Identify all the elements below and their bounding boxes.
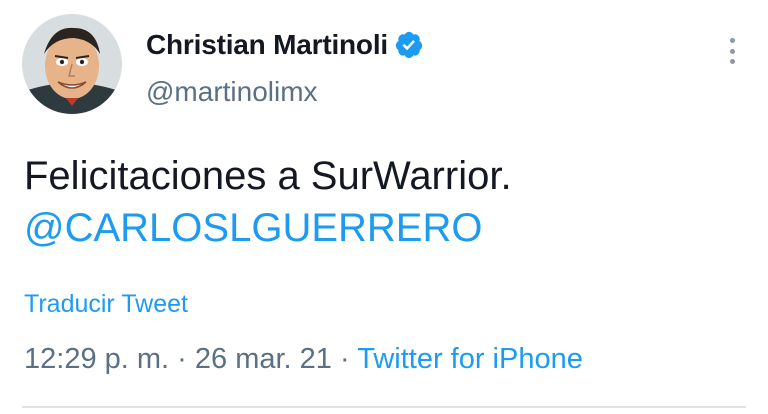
- more-vertical-icon[interactable]: [728, 38, 736, 64]
- tweet-time[interactable]: 12:29 p. m.: [24, 343, 169, 375]
- dot: [729, 59, 735, 64]
- dot: [729, 48, 735, 54]
- tweet-meta: 12:29 p. m. · 26 mar. 21 · Twitter for i…: [24, 343, 583, 376]
- verified-badge-icon: [395, 31, 423, 59]
- caricature-avatar-icon: [22, 14, 122, 114]
- divider: [22, 406, 746, 408]
- meta-separator: ·: [177, 343, 187, 375]
- author-handle[interactable]: @martinolimx: [146, 76, 424, 108]
- tweet-header: Christian Martinoli @martinolimx: [22, 14, 424, 114]
- translate-tweet-link[interactable]: Traducir Tweet: [24, 290, 188, 319]
- tweet-body: Felicitaciones a SurWarrior.: [24, 154, 512, 198]
- mention-link[interactable]: @CARLOSLGUERRERO: [24, 202, 512, 254]
- tweet-text: Felicitaciones a SurWarrior. @CARLOSLGUE…: [24, 150, 512, 254]
- avatar[interactable]: [22, 14, 122, 114]
- author-names: Christian Martinoli @martinolimx: [146, 28, 424, 108]
- dot: [729, 38, 735, 43]
- tweet-date[interactable]: 26 mar. 21: [195, 343, 332, 375]
- tweet-card: Christian Martinoli @martinolimx Felicit…: [0, 0, 768, 414]
- display-name[interactable]: Christian Martinoli: [146, 29, 388, 61]
- display-name-row: Christian Martinoli: [146, 28, 424, 62]
- tweet-source-link[interactable]: Twitter for iPhone: [357, 343, 583, 375]
- meta-separator: ·: [339, 343, 350, 375]
